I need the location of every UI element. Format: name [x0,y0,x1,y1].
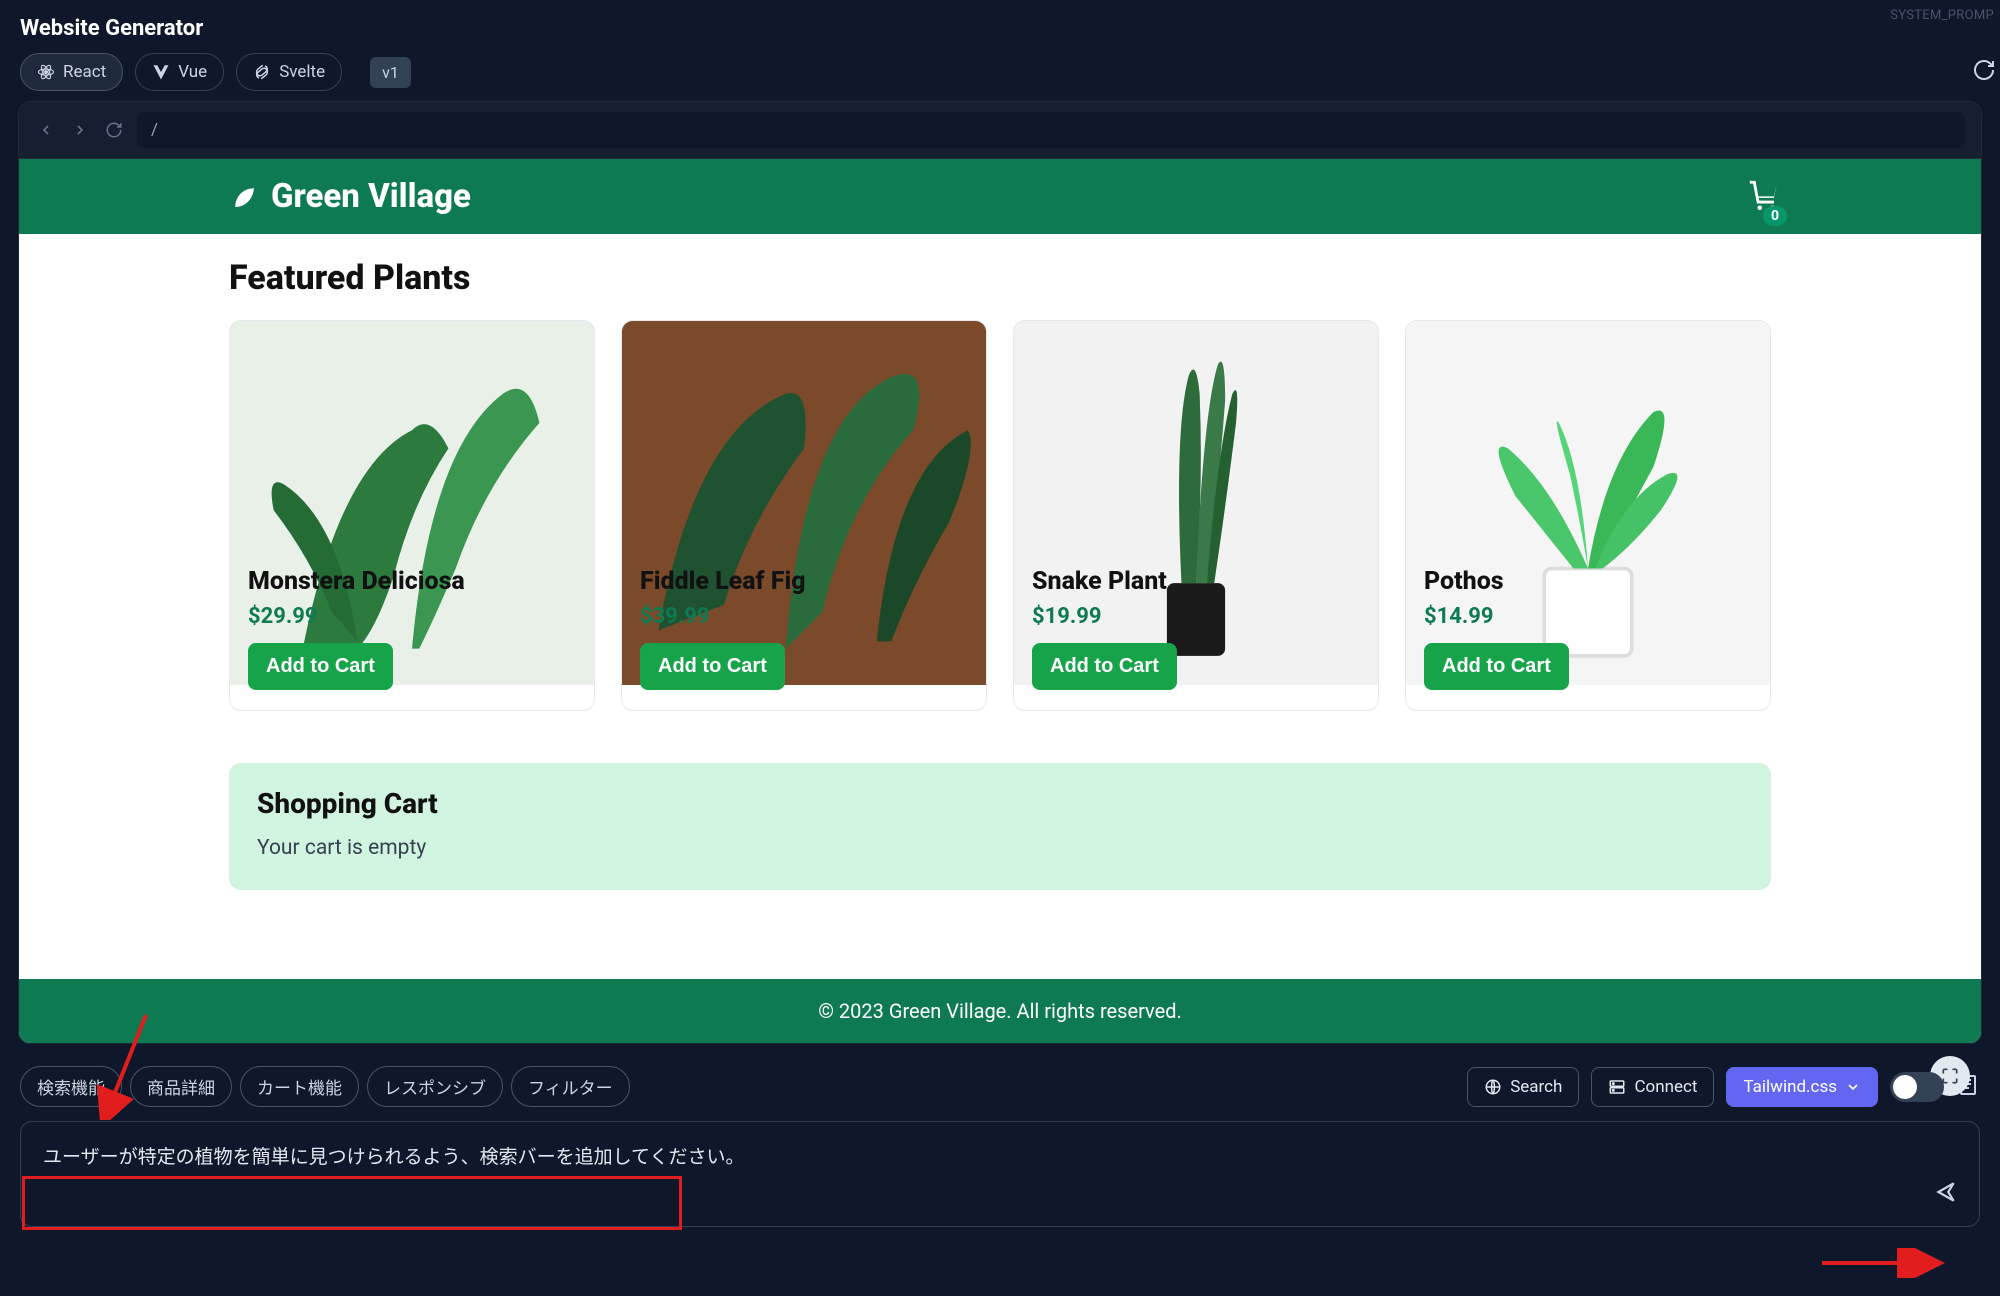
section-title: Featured Plants [229,258,1771,298]
prompt-text: ユーザーが特定の植物を簡単に見つけられるよう、検索バーを追加してください。 [43,1145,744,1168]
nav-forward-icon[interactable] [69,119,91,141]
leaf-icon [229,182,259,212]
product-card[interactable]: Snake Plant$19.99Add to Cart [1013,320,1379,711]
suggestion-chip[interactable]: レスポンシブ [367,1066,503,1107]
framework-tab-svelte[interactable]: Svelte [236,53,342,91]
app-title: Website Generator [0,0,2000,49]
framework-tab-vue[interactable]: Vue [135,53,224,91]
add-to-cart-button[interactable]: Add to Cart [1032,643,1177,690]
cart-panel-title: Shopping Cart [257,787,1743,820]
vue-icon [152,63,170,81]
chevron-down-icon [1845,1079,1861,1095]
reload-icon[interactable] [1972,58,1996,86]
react-icon [37,63,55,81]
site-header: Green Village 0 [19,159,1981,234]
system-prompt-label: SYSTEM_PROMP [1890,8,1994,23]
theme-toggle[interactable] [1890,1072,1944,1102]
cart-panel: Shopping Cart Your cart is empty [229,763,1771,890]
connect-button[interactable]: Connect [1591,1067,1714,1107]
product-image [1406,321,1770,551]
suggestion-chip[interactable]: フィルター [511,1066,630,1107]
send-button[interactable] [1933,1179,1959,1210]
suggestion-chip[interactable]: 検索機能 [20,1066,122,1107]
search-button-label: Search [1510,1077,1562,1097]
search-button[interactable]: Search [1467,1067,1579,1107]
product-grid: Monstera Deliciosa$29.99Add to CartFiddl… [229,320,1771,711]
cart-count-badge: 0 [1763,206,1787,226]
server-icon [1608,1078,1626,1096]
framework-toolbar: React Vue Svelte v1 [0,49,2000,101]
product-card[interactable]: Pothos$14.99Add to Cart [1405,320,1771,711]
add-to-cart-button[interactable]: Add to Cart [1424,643,1569,690]
nav-reload-icon[interactable] [103,119,125,141]
product-image [1014,321,1378,551]
suggestion-chip[interactable]: カート機能 [240,1066,359,1107]
connect-button-label: Connect [1634,1077,1697,1097]
send-icon [1933,1179,1959,1205]
css-framework-label: Tailwind.css [1743,1077,1837,1097]
add-to-cart-button[interactable]: Add to Cart [248,643,393,690]
preview-frame: / Green Village 0 Featured Plants Monste… [18,101,1982,1044]
right-controls: Search Connect Tailwind.css [1467,1067,1980,1107]
product-card[interactable]: Fiddle Leaf Fig$39.99Add to Cart [621,320,987,711]
version-badge[interactable]: v1 [370,57,411,88]
prompt-input[interactable]: ユーザーが特定の植物を簡単に見つけられるよう、検索バーを追加してください。 [20,1121,1980,1227]
svelte-icon [253,63,271,81]
cart-empty-text: Your cart is empty [257,836,1743,860]
site-footer: © 2023 Green Village. All rights reserve… [19,979,1981,1043]
site-content: Featured Plants Monstera Deliciosa$29.99… [19,234,1981,914]
css-framework-dropdown[interactable]: Tailwind.css [1726,1067,1878,1107]
product-card[interactable]: Monstera Deliciosa$29.99Add to Cart [229,320,595,711]
site-brand-text: Green Village [271,177,471,216]
annotation-arrow-2 [1822,1248,1952,1278]
suggestions-row: 検索機能商品詳細カート機能レスポンシブフィルター Search Connect … [0,1044,2000,1115]
cart-button[interactable]: 0 [1747,178,1781,216]
preview-site: Green Village 0 Featured Plants Monstera… [19,159,1981,1043]
add-to-cart-button[interactable]: Add to Cart [640,643,785,690]
globe-icon [1484,1078,1502,1096]
product-image [230,321,594,551]
browser-bar: / [19,102,1981,159]
product-image [622,321,986,551]
framework-tab-label: React [63,62,106,82]
suggestion-chip[interactable]: 商品詳細 [130,1066,232,1107]
address-bar[interactable]: / [137,112,1965,148]
framework-tab-label: Vue [178,62,207,82]
framework-tab-react[interactable]: React [20,53,123,91]
site-brand[interactable]: Green Village [229,177,471,216]
framework-tab-label: Svelte [279,62,325,82]
nav-back-icon[interactable] [35,119,57,141]
